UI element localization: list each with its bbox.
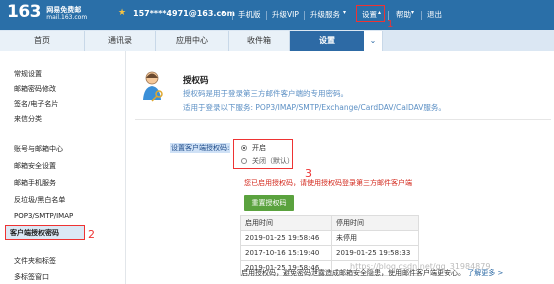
sidebar-item-filter[interactable]: 来信分类 <box>14 114 42 124</box>
tab-contacts[interactable]: 通讯录 <box>85 31 156 51</box>
sidebar-item-security[interactable]: 邮箱安全设置 <box>14 161 56 171</box>
sidebar-item-account-center[interactable]: 账号与邮箱中心 <box>14 144 63 154</box>
table-cell: 未停用 <box>331 230 419 246</box>
page-title: 授权码 <box>183 76 209 86</box>
user-email[interactable]: 157****4971@163.com <box>133 9 235 18</box>
annotation-1: 1 <box>387 19 394 30</box>
chevron-down-icon[interactable]: ▾ <box>343 9 346 16</box>
table-cell: 2019-01-25 19:58:46 <box>240 230 332 246</box>
divider <box>266 11 267 20</box>
sidebar-item-folders[interactable]: 文件夹和标签 <box>14 256 56 266</box>
logo[interactable]: 163 网易免费邮 mail.163.com <box>7 3 87 22</box>
reset-auth-code-button[interactable]: 重置授权码 <box>244 195 294 211</box>
warning-text: 您已启用授权码，请使用授权码登录第三方邮件客户端 <box>244 179 412 187</box>
divider <box>304 11 305 20</box>
chevron-down-icon[interactable]: ▾ <box>411 9 414 16</box>
table-cell: 2017-10-16 15:19:40 <box>240 245 332 261</box>
logo-name: 网易免费邮 <box>46 6 82 14</box>
watermark: https://blog.csdn.net/qq_31984879 <box>350 262 491 271</box>
settings-link[interactable]: 设置 <box>362 9 377 20</box>
table-row: 2019-01-25 19:58:46 未停用 <box>240 230 419 246</box>
sidebar-item-mobile-service[interactable]: 邮箱手机服务 <box>14 178 56 188</box>
section-divider <box>135 119 551 120</box>
header-disabled-time: 停用时间 <box>331 215 419 231</box>
radio-enable-label[interactable]: 开启 <box>252 143 266 153</box>
divider <box>421 11 422 20</box>
header-enabled-time: 启用时间 <box>240 215 332 231</box>
setting-label: 设置客户端授权码: <box>170 143 231 153</box>
user-key-icon <box>143 71 163 102</box>
upgrade-service-link[interactable]: 升级服务 <box>310 9 340 20</box>
annotation-2: 2 <box>88 228 95 241</box>
divider <box>232 11 233 20</box>
tab-home[interactable]: 首页 <box>0 31 85 51</box>
sidebar-item-password[interactable]: 邮箱密码修改 <box>14 84 56 94</box>
help-link[interactable]: 帮助 <box>396 9 411 20</box>
tab-inbox[interactable]: 收件箱 <box>229 31 290 51</box>
logo-domain: mail.163.com <box>46 14 88 21</box>
sidebar-item-general[interactable]: 常规设置 <box>14 69 42 79</box>
radio-disable-label[interactable]: 关闭（默认） <box>252 156 294 166</box>
upgrade-vip-link[interactable]: 升级VIP <box>272 9 299 20</box>
radio-enable[interactable] <box>241 145 247 151</box>
logout-link[interactable]: 退出 <box>427 9 442 20</box>
sidebar-item-antispam[interactable]: 反垃圾/黑白名单 <box>14 195 65 205</box>
vip-star-icon: ★ <box>118 8 127 18</box>
chevron-down-icon: ⌄ <box>369 36 377 45</box>
table-row: 2017-10-16 15:19:40 2019-01-25 19:58:33 <box>240 245 419 261</box>
table-cell: 2019-01-25 19:58:33 <box>331 245 419 261</box>
sidebar-item-client-auth[interactable]: 客户端授权密码 <box>10 228 59 238</box>
tab-app-center[interactable]: 应用中心 <box>156 31 229 51</box>
description-line-1: 授权码是用于登录第三方邮件客户端的专用密码。 <box>183 89 348 98</box>
sidebar-item-pop3-smtp-imap[interactable]: POP3/SMTP/IMAP <box>14 212 73 220</box>
sidebar-item-signature[interactable]: 签名/电子名片 <box>14 99 58 109</box>
description-line-2: 适用于登录以下服务: POP3/IMAP/SMTP/Exchange/CardD… <box>183 103 446 112</box>
mobile-link[interactable]: 手机版 <box>238 9 261 20</box>
sidebar-item-multi-tab[interactable]: 多标签窗口 <box>14 272 49 282</box>
tab-settings[interactable]: 设置 <box>290 31 365 51</box>
tab-more-button[interactable]: ⌄ <box>364 31 383 51</box>
chevron-up-icon[interactable]: ▴ <box>378 9 381 16</box>
chevron-down-icon[interactable]: ▾ <box>222 9 225 16</box>
radio-disable[interactable] <box>241 158 247 164</box>
table-header-row: 启用时间 停用时间 <box>240 215 419 231</box>
